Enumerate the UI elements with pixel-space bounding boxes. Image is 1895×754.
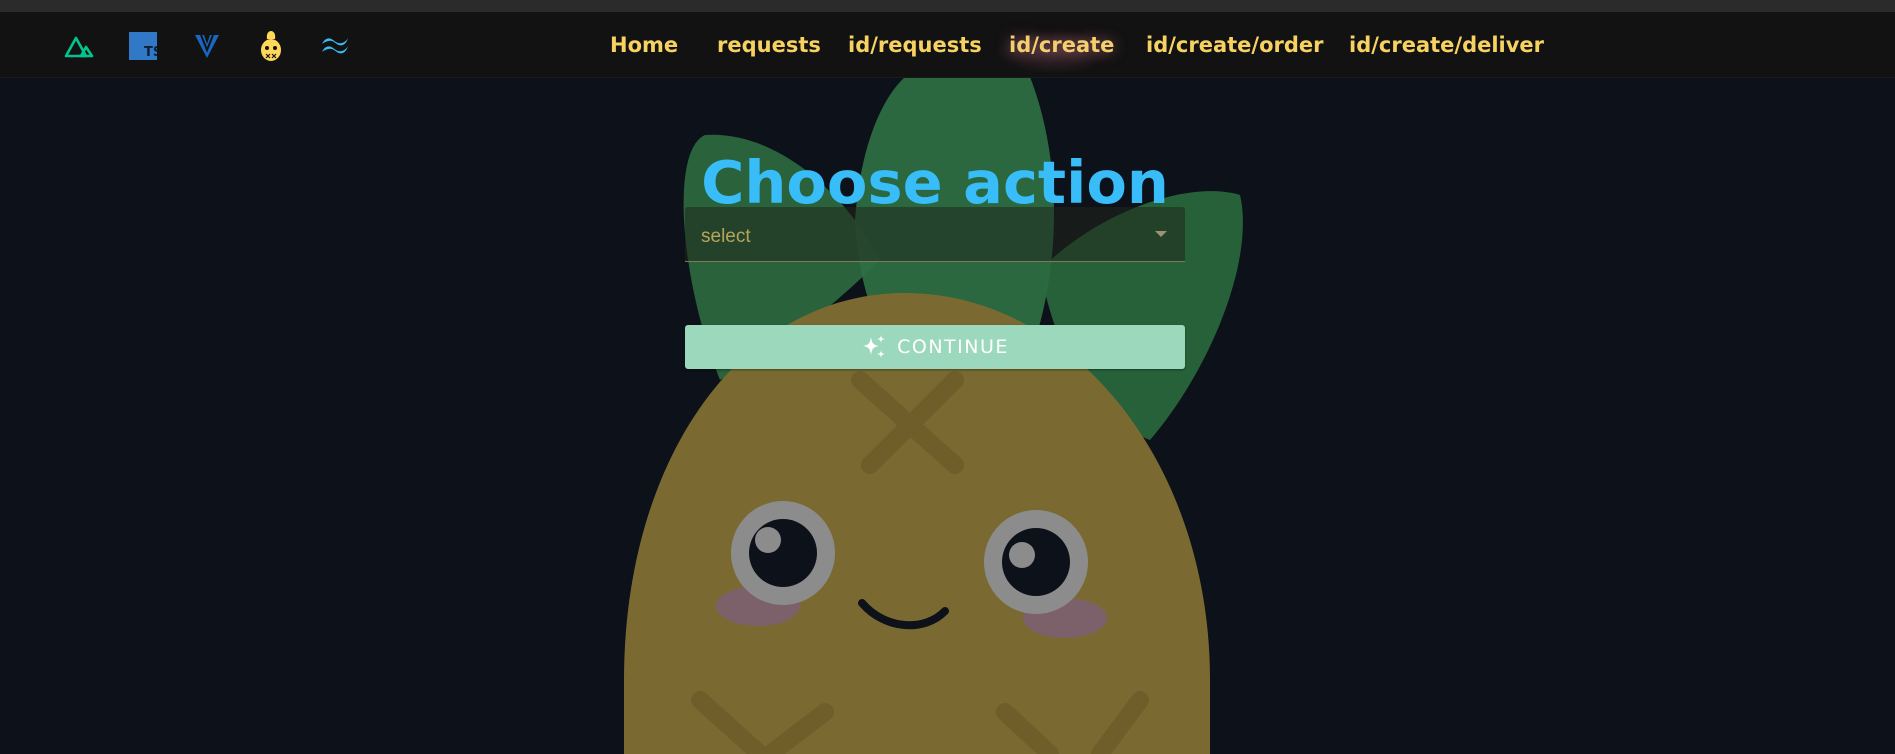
nuxt-icon[interactable]	[63, 30, 95, 62]
action-select[interactable]: select	[685, 207, 1185, 262]
nav-link-id-create-order[interactable]: id/create/order	[1146, 32, 1324, 58]
vuetify-icon[interactable]	[191, 30, 223, 62]
top-navbar: TS Home requests id/requests id/create i…	[0, 12, 1895, 78]
tailwind-icon[interactable]	[319, 30, 351, 62]
continue-button-label: CONTINUE	[897, 336, 1009, 358]
nav-link-requests[interactable]: requests	[717, 32, 821, 58]
continue-button[interactable]: CONTINUE	[685, 325, 1185, 369]
sparkles-icon	[863, 335, 886, 358]
chevron-down-icon	[1155, 231, 1167, 237]
nav-link-id-create-deliver[interactable]: id/create/deliver	[1349, 32, 1544, 58]
nav-link-id-create[interactable]: id/create	[1009, 32, 1114, 58]
nav-link-id-requests[interactable]: id/requests	[848, 32, 982, 58]
nav-link-home[interactable]: Home	[610, 32, 678, 58]
pinia-icon[interactable]	[255, 30, 287, 62]
pineapple-mascot-illustration	[624, 77, 1243, 754]
typescript-icon[interactable]: TS	[127, 30, 159, 62]
select-placeholder: select	[701, 226, 751, 247]
typescript-icon-text: TS	[144, 45, 157, 60]
